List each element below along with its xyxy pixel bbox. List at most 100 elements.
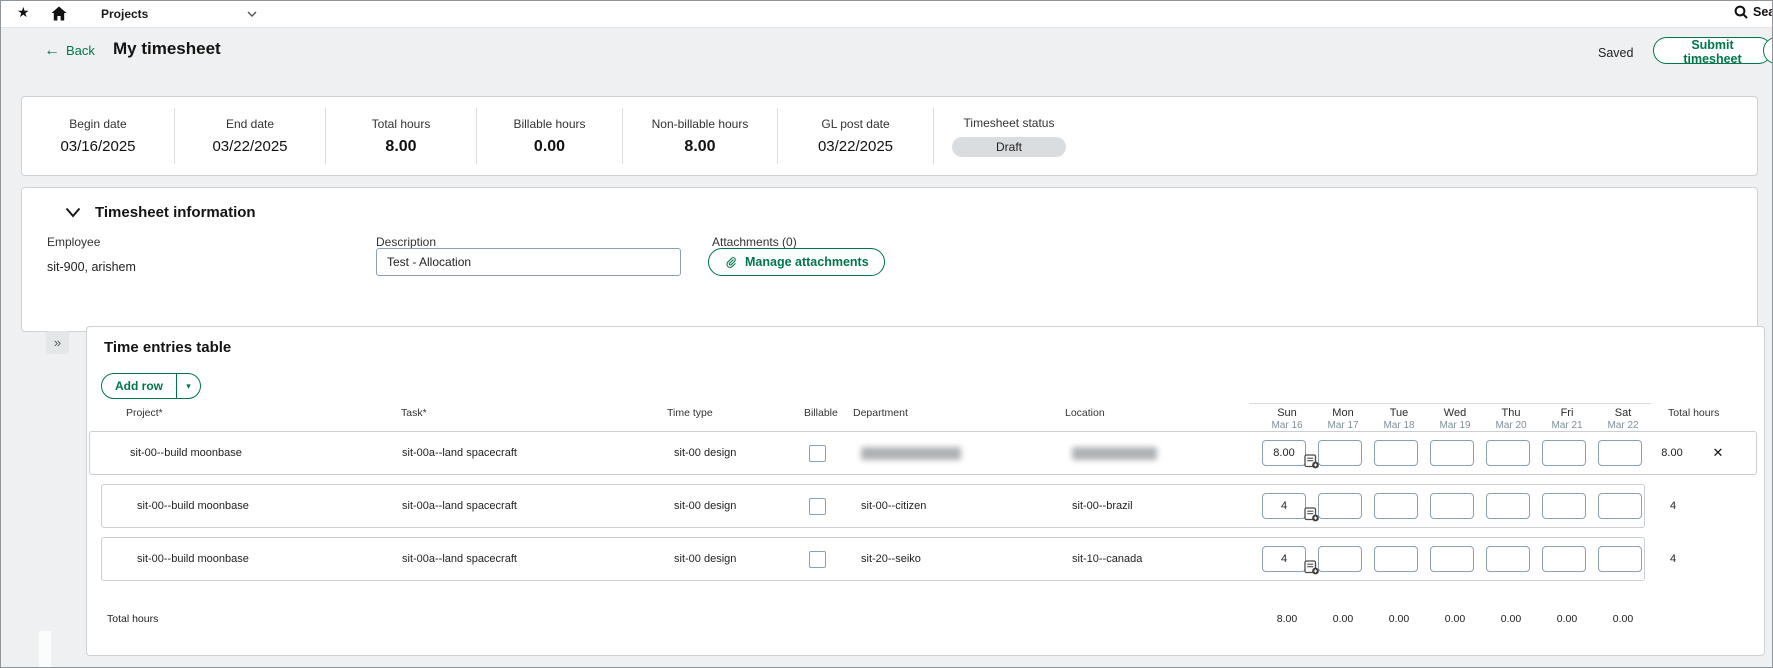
home-icon[interactable] [51,6,67,26]
billable-cell [785,445,830,462]
back-arrow-icon: ← [44,44,60,57]
hour-input-tue[interactable] [1374,440,1418,466]
totals-label: Total hours [87,613,1249,625]
search-label: Search [1753,5,1773,19]
paperclip-icon [724,255,738,270]
hour-input-thu[interactable] [1486,546,1530,572]
hour-input-sat[interactable] [1598,493,1642,519]
day-column-header: MonMar 17 [1315,404,1371,432]
manage-attachments-button[interactable]: Manage attachments [708,248,885,276]
hour-input-sat[interactable] [1598,546,1642,572]
day-hours-cells [1252,493,1644,519]
task-cell: sit-00a--land spacecraft [350,553,635,565]
summary-field[interactable]: Non-billable hours8.00 [623,108,778,164]
add-note-icon[interactable] [1304,454,1320,469]
time-type-cell: sit-00 design [635,500,785,512]
day-total-value: 0.00 [1427,613,1483,625]
hour-input-sat[interactable] [1598,440,1642,466]
add-row-button[interactable]: Add row ▾ [101,373,201,399]
employee-value: sit-900, arishem [47,260,136,274]
day-column-header: ThuMar 20 [1483,404,1539,432]
summary-field-value: 8.00 [684,138,715,156]
billable-checkbox[interactable] [809,445,826,462]
column-header-location: Location [1037,403,1249,419]
column-header-total-hours: Total hours [1651,403,1721,419]
day-hours-cells [1252,546,1644,572]
summary-field[interactable]: End date 03/22/2025 [175,108,326,164]
hour-input-sun[interactable] [1262,440,1306,466]
table-header: Project* Task* Time type Billable Depart… [87,403,1721,432]
hour-input-thu[interactable] [1486,440,1530,466]
day-name: Tue [1390,407,1409,420]
hour-input-sun[interactable] [1262,546,1306,572]
projects-nav-dropdown[interactable]: Projects [101,1,266,27]
column-header-department: Department [827,403,1037,419]
hour-input-mon[interactable] [1318,440,1362,466]
summary-field[interactable]: Total hours8.00 [326,108,477,164]
hour-input-tue[interactable] [1374,546,1418,572]
summary-field[interactable]: Billable hours0.00 [477,108,623,164]
day-column-headers: SunMar 16MonMar 17TueMar 18WedMar 19ThuM… [1249,403,1651,432]
hour-input-wed[interactable] [1430,493,1474,519]
department-cell: sit-00--citizen [830,500,1040,512]
time-entry-row-box: sit-00--build moonbasesit-00a--land spac… [89,431,1757,475]
hour-input-mon[interactable] [1318,493,1362,519]
day-column-header: TueMar 18 [1371,404,1427,432]
favorites-star-icon[interactable]: ★ [17,4,30,21]
time-type-cell: sit-00 design [635,447,785,459]
hour-input-wed[interactable] [1430,440,1474,466]
day-name: Fri [1561,407,1574,420]
hour-input-thu[interactable] [1486,493,1530,519]
collapsed-panel-strip [39,631,51,668]
back-button[interactable]: ← Back [44,43,95,58]
hour-input-sun[interactable] [1262,493,1306,519]
section-title-timesheet-information: Timesheet information [95,204,256,221]
hour-input-tue[interactable] [1374,493,1418,519]
description-label: Description [376,235,436,249]
billable-checkbox[interactable] [809,551,826,568]
project-cell: sit-00--build moonbase [102,500,350,512]
project-cell: sit-00--build moonbase [90,447,350,459]
time-entries-section: Time entries table Add row ▾ Project* Ta… [86,326,1765,656]
expand-panel-button[interactable]: » [46,331,69,354]
summary-field-value: 03/22/2025 [212,138,287,155]
add-row-label: Add row [102,374,176,398]
summary-field-label: Billable hours [513,117,585,131]
hour-input-fri[interactable] [1542,546,1586,572]
global-search[interactable]: Search [1734,5,1773,19]
task-cell: sit-00a--land spacecraft [350,447,635,459]
summary-field[interactable]: GL post date03/22/2025 [778,108,934,164]
table-row: sit-00--build moonbasesit-00a--land spac… [101,484,1757,528]
app-window: ★ Projects Search ← Back My timesheet Sa… [0,0,1773,668]
day-column-header: SunMar 16 [1259,404,1315,432]
submit-timesheet-button[interactable]: Submit timesheet [1653,37,1772,64]
hour-input-fri[interactable] [1542,440,1586,466]
add-row-dropdown-caret[interactable]: ▾ [176,374,200,398]
day-total-value: 0.00 [1371,613,1427,625]
summary-field[interactable]: Begin date03/16/2025 [22,108,175,164]
add-note-icon[interactable] [1304,560,1320,575]
hour-input-mon[interactable] [1318,546,1362,572]
summary-field[interactable]: Timesheet statusDraft [934,108,1084,164]
row-total-hours: 4 [1645,500,1701,512]
summary-field-label: End date [226,117,274,131]
column-header-project: Project* [87,403,347,419]
summary-bar: Begin date03/16/2025 End date 03/22/2025 To… [21,96,1758,176]
description-input[interactable] [376,248,681,276]
delete-row-icon[interactable]: ✕ [1700,445,1736,461]
column-header-task: Task* [347,403,632,419]
day-column-header: SatMar 22 [1595,404,1651,432]
summary-field-label: Begin date [69,117,126,131]
row-total-hours: 4 [1645,553,1701,565]
location-cell: sit-10--canada [1040,553,1252,565]
day-total-value: 0.00 [1483,613,1539,625]
day-total-value: 8.00 [1259,613,1315,625]
hour-input-wed[interactable] [1430,546,1474,572]
billable-cell [785,551,830,568]
collapse-chevron-icon[interactable] [65,207,81,218]
hour-input-fri[interactable] [1542,493,1586,519]
billable-cell [785,498,830,515]
section-title-time-entries: Time entries table [104,339,231,356]
billable-checkbox[interactable] [809,498,826,515]
add-note-icon[interactable] [1304,507,1320,522]
